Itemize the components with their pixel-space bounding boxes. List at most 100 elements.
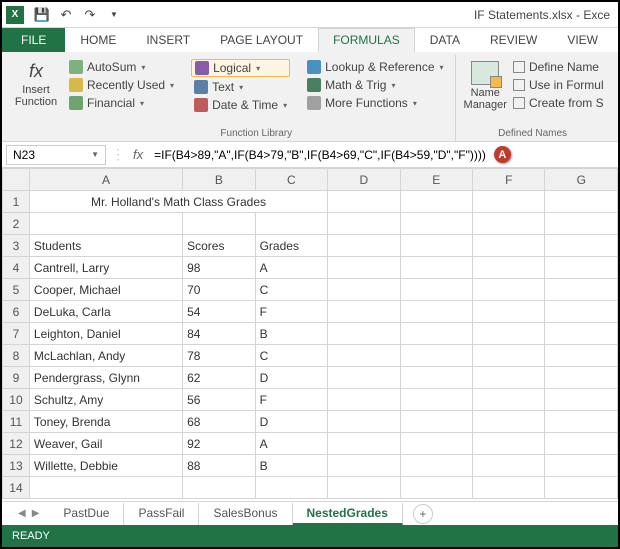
row-header-5[interactable]: 5 <box>3 279 30 301</box>
row-header-4[interactable]: 4 <box>3 257 30 279</box>
cell-C2[interactable] <box>255 213 327 235</box>
col-header-D[interactable]: D <box>328 169 400 191</box>
cell-G13[interactable] <box>545 455 618 477</box>
more-functions-button[interactable]: More Functions▾ <box>304 95 446 111</box>
cell-G2[interactable] <box>545 213 618 235</box>
cell-F14[interactable] <box>473 477 545 499</box>
row-header-9[interactable]: 9 <box>3 367 30 389</box>
cell-D12[interactable] <box>328 433 400 455</box>
cell-A2[interactable] <box>29 213 182 235</box>
cell-C8[interactable]: C <box>255 345 327 367</box>
cell-D2[interactable] <box>328 213 400 235</box>
cell-G10[interactable] <box>545 389 618 411</box>
cell-C4[interactable]: A <box>255 257 327 279</box>
cell-F2[interactable] <box>473 213 545 235</box>
insert-function-button[interactable]: fx InsertFunction <box>12 55 60 108</box>
cell-E8[interactable] <box>400 345 472 367</box>
cell-G12[interactable] <box>545 433 618 455</box>
cell-A7[interactable]: Leighton, Daniel <box>29 323 182 345</box>
row-header-10[interactable]: 10 <box>3 389 30 411</box>
sheet-tab-passfail[interactable]: PassFail <box>124 503 199 525</box>
fx-icon[interactable]: fx <box>130 147 146 162</box>
undo-icon[interactable]: ↶ <box>57 6 75 24</box>
row-header-8[interactable]: 8 <box>3 345 30 367</box>
cell-F6[interactable] <box>473 301 545 323</box>
cell-C3[interactable]: Grades <box>255 235 327 257</box>
cell-A14[interactable] <box>29 477 182 499</box>
cell-B7[interactable]: 84 <box>183 323 255 345</box>
cell-D14[interactable] <box>328 477 400 499</box>
sheet-tab-nestedgrades[interactable]: NestedGrades <box>293 503 403 525</box>
name-box[interactable]: N23 ▼ <box>6 145 106 165</box>
cell-F10[interactable] <box>473 389 545 411</box>
cell-E3[interactable] <box>400 235 472 257</box>
cell-E4[interactable] <box>400 257 472 279</box>
date-time-button[interactable]: Date & Time▾ <box>191 97 290 113</box>
cell-B8[interactable]: 78 <box>183 345 255 367</box>
col-header-G[interactable]: G <box>545 169 618 191</box>
cell-E2[interactable] <box>400 213 472 235</box>
tab-file[interactable]: FILE <box>2 28 65 52</box>
worksheet-grid[interactable]: A B C D E F G 1Mr. Holland's Math Class … <box>2 168 618 499</box>
cell-E5[interactable] <box>400 279 472 301</box>
cell-C12[interactable]: A <box>255 433 327 455</box>
cell-A13[interactable]: Willette, Debbie <box>29 455 182 477</box>
cell-B12[interactable]: 92 <box>183 433 255 455</box>
cell-D5[interactable] <box>328 279 400 301</box>
cell-B4[interactable]: 98 <box>183 257 255 279</box>
cell-D6[interactable] <box>328 301 400 323</box>
use-in-formula-button[interactable]: Use in Formul <box>511 77 606 93</box>
cell-G6[interactable] <box>545 301 618 323</box>
row-header-12[interactable]: 12 <box>3 433 30 455</box>
row-header-11[interactable]: 11 <box>3 411 30 433</box>
row-header-7[interactable]: 7 <box>3 323 30 345</box>
cell-F5[interactable] <box>473 279 545 301</box>
tab-data[interactable]: DATA <box>415 28 475 52</box>
tab-view[interactable]: VIEW <box>552 28 613 52</box>
row-header-6[interactable]: 6 <box>3 301 30 323</box>
redo-icon[interactable]: ↷ <box>81 6 99 24</box>
cell-E10[interactable] <box>400 389 472 411</box>
cell-D13[interactable] <box>328 455 400 477</box>
col-header-C[interactable]: C <box>255 169 327 191</box>
cell-B14[interactable] <box>183 477 255 499</box>
define-name-button[interactable]: Define Name <box>511 59 606 75</box>
cell-D7[interactable] <box>328 323 400 345</box>
row-header-3[interactable]: 3 <box>3 235 30 257</box>
cell-E14[interactable] <box>400 477 472 499</box>
cell-C14[interactable] <box>255 477 327 499</box>
row-header-14[interactable]: 14 <box>3 477 30 499</box>
cell-F1[interactable] <box>473 191 545 213</box>
cell-G8[interactable] <box>545 345 618 367</box>
text-button[interactable]: Text▾ <box>191 79 290 95</box>
cell-C5[interactable]: C <box>255 279 327 301</box>
cell-A12[interactable]: Weaver, Gail <box>29 433 182 455</box>
logical-button[interactable]: Logical▾ <box>191 59 290 77</box>
formula-input[interactable]: =IF(B4>89,"A",IF(B4>79,"B",IF(B4>69,"C",… <box>150 145 614 165</box>
cell-F8[interactable] <box>473 345 545 367</box>
tab-insert[interactable]: INSERT <box>131 28 205 52</box>
cell-A1[interactable]: Mr. Holland's Math Class Grades <box>29 191 327 213</box>
cell-E9[interactable] <box>400 367 472 389</box>
add-sheet-button[interactable]: + <box>413 504 433 524</box>
cell-E7[interactable] <box>400 323 472 345</box>
cell-E13[interactable] <box>400 455 472 477</box>
cell-C11[interactable]: D <box>255 411 327 433</box>
cell-A5[interactable]: Cooper, Michael <box>29 279 182 301</box>
cell-F7[interactable] <box>473 323 545 345</box>
tab-page-layout[interactable]: PAGE LAYOUT <box>205 28 318 52</box>
cell-F3[interactable] <box>473 235 545 257</box>
cell-F9[interactable] <box>473 367 545 389</box>
cell-G5[interactable] <box>545 279 618 301</box>
tab-home[interactable]: HOME <box>65 28 131 52</box>
cell-G1[interactable] <box>545 191 618 213</box>
sheet-tab-salesbonus[interactable]: SalesBonus <box>199 503 292 525</box>
cell-B13[interactable]: 88 <box>183 455 255 477</box>
cell-D9[interactable] <box>328 367 400 389</box>
cell-C9[interactable]: D <box>255 367 327 389</box>
cell-B10[interactable]: 56 <box>183 389 255 411</box>
create-from-selection-button[interactable]: Create from S <box>511 95 606 111</box>
cell-C7[interactable]: B <box>255 323 327 345</box>
name-manager-button[interactable]: NameManager <box>460 55 511 111</box>
autosum-button[interactable]: AutoSum▾ <box>66 59 177 75</box>
